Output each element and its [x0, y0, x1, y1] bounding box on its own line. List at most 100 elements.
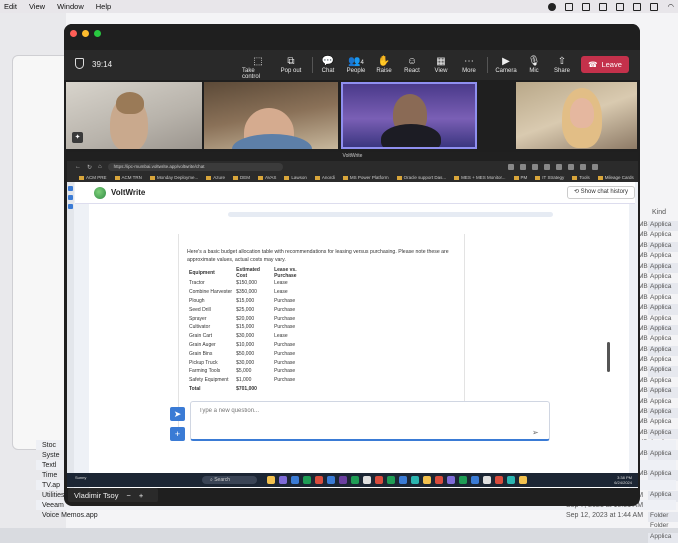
- close-icon[interactable]: [70, 30, 77, 37]
- taskbar-search[interactable]: ⌕ Search: [202, 476, 257, 484]
- pause-icon[interactable]: [582, 2, 591, 11]
- minimize-icon[interactable]: [82, 30, 89, 37]
- app-icon[interactable]: [327, 476, 335, 484]
- question-input[interactable]: [199, 408, 499, 414]
- extension-icon[interactable]: [532, 164, 538, 170]
- app-icon[interactable]: [303, 476, 311, 484]
- refresh-icon[interactable]: ↻: [87, 164, 92, 171]
- bookmark-item[interactable]: Tools: [572, 175, 590, 180]
- show-chat-history-button[interactable]: ⟲ Show chat history: [566, 186, 635, 199]
- app-icon[interactable]: [279, 476, 287, 484]
- minus-icon[interactable]: −: [126, 491, 130, 500]
- cell-equipment: Cultivator: [189, 324, 211, 331]
- app-icon[interactable]: [351, 476, 359, 484]
- app-icon[interactable]: [291, 476, 299, 484]
- app-icon[interactable]: [507, 476, 515, 484]
- bookmark-item[interactable]: Lawson: [284, 175, 307, 180]
- menu-view[interactable]: View: [29, 2, 45, 11]
- new-chat-button[interactable]: +: [170, 427, 185, 441]
- video-tile-2[interactable]: [204, 82, 338, 149]
- menu-edit[interactable]: Edit: [4, 2, 17, 11]
- bookmark-item[interactable]: MS Power Platform: [343, 175, 389, 180]
- app-icon[interactable]: [267, 476, 275, 484]
- back-icon[interactable]: ←: [75, 164, 81, 170]
- bluetooth-icon[interactable]: [633, 2, 642, 11]
- app-icon[interactable]: [495, 476, 503, 484]
- zoom-icon[interactable]: [94, 30, 101, 37]
- pop-out-button[interactable]: ⧉ Pop out: [275, 55, 307, 74]
- app-icon[interactable]: [363, 476, 371, 484]
- bookmark-item[interactable]: IT Strategy: [535, 175, 564, 180]
- extension-icon[interactable]: [556, 164, 562, 170]
- bookmark-item[interactable]: DEM: [233, 175, 250, 180]
- record-icon[interactable]: [548, 2, 557, 11]
- bookmark-item[interactable]: PM: [514, 175, 528, 180]
- app-icon[interactable]: [519, 476, 527, 484]
- taskbar-clock[interactable]: 3:38 PM 6/24/2024: [614, 475, 632, 485]
- more-button[interactable]: ⋯ More: [453, 55, 485, 74]
- home-icon[interactable]: ⌂: [98, 164, 102, 170]
- table-row: Grain Cart $30,000 Lease: [187, 332, 322, 341]
- extension-icon[interactable]: [568, 164, 574, 170]
- app-icon[interactable]: [459, 476, 467, 484]
- video-tile-4[interactable]: [516, 82, 637, 149]
- bookmark-item[interactable]: Azure: [206, 175, 225, 180]
- app-icon[interactable]: [411, 476, 419, 484]
- battery-icon[interactable]: [650, 2, 659, 11]
- table-row: Sprayer $20,000 Purchase: [187, 314, 322, 323]
- cell-recommendation: Purchase: [274, 306, 296, 313]
- app-icon[interactable]: [483, 476, 491, 484]
- bookmark-item[interactable]: MES + MES Monitor...: [454, 175, 505, 180]
- cloud-icon[interactable]: [616, 2, 625, 11]
- extension-icon[interactable]: [580, 164, 586, 170]
- headset-icon[interactable]: [565, 2, 574, 11]
- menu-window[interactable]: Window: [57, 2, 84, 11]
- video-tile-1[interactable]: [66, 82, 202, 149]
- file-row[interactable]: Voice Memos.app Sep 12, 2023 at 1:44 AM: [36, 510, 676, 520]
- bookmark-item[interactable]: ACM PRE: [79, 175, 107, 180]
- send-feedback-button[interactable]: ➤: [170, 407, 185, 421]
- app-icon[interactable]: [471, 476, 479, 484]
- extension-icon[interactable]: [520, 164, 526, 170]
- app-icon[interactable]: [435, 476, 443, 484]
- bookmark-item[interactable]: Monday Deployme...: [150, 175, 198, 180]
- take-control-button[interactable]: ⬚ Take control: [242, 55, 274, 80]
- extension-icon[interactable]: [544, 164, 550, 170]
- cell-recommendation: Purchase: [274, 368, 296, 375]
- app-icon[interactable]: [339, 476, 347, 484]
- kind-column-header[interactable]: Kind: [652, 209, 666, 216]
- leave-button[interactable]: ☎ Leave: [581, 56, 629, 73]
- app-icon[interactable]: [387, 476, 395, 484]
- rail-icon[interactable]: [68, 204, 73, 209]
- rail-icon[interactable]: [68, 186, 73, 191]
- cell-recommendation: Lease: [274, 333, 288, 340]
- participant-video: [570, 98, 594, 128]
- bookmark-item[interactable]: ACM TRN: [115, 175, 142, 180]
- app-icon[interactable]: [447, 476, 455, 484]
- bookmark-item[interactable]: Oracle support Das...: [397, 175, 447, 180]
- window-controls: [70, 30, 101, 37]
- app-icon[interactable]: [399, 476, 407, 484]
- react-button[interactable]: ☺ React: [396, 55, 428, 74]
- extension-icon[interactable]: [592, 164, 598, 170]
- scrollbar[interactable]: [607, 342, 610, 372]
- pin-icon[interactable]: ✦: [72, 132, 83, 143]
- app-icon[interactable]: [315, 476, 323, 484]
- menu-help[interactable]: Help: [96, 2, 111, 11]
- wifi-icon[interactable]: ◠: [667, 2, 674, 11]
- app-icon[interactable]: [423, 476, 431, 484]
- bookmark-item[interactable]: Anordi: [315, 175, 335, 180]
- address-bar[interactable]: https://ipc-mumbai.voltwrite.app/voltwri…: [107, 163, 283, 171]
- weather-widget[interactable]: Sunny: [75, 475, 86, 480]
- rail-icon[interactable]: [68, 195, 73, 200]
- send-icon[interactable]: ➢: [532, 428, 539, 437]
- extension-icon[interactable]: [508, 164, 514, 170]
- file-date: Sep 12, 2023 at 1:44 AM: [566, 511, 644, 519]
- share-button[interactable]: ⇧ Share: [546, 55, 578, 74]
- mirror-icon[interactable]: [599, 2, 608, 11]
- app-icon[interactable]: [375, 476, 383, 484]
- bookmark-item[interactable]: Mileage Cards: [598, 175, 634, 180]
- bookmark-item[interactable]: AVAS: [258, 175, 276, 180]
- video-tile-3-active-speaker[interactable]: [341, 82, 477, 149]
- plus-icon[interactable]: +: [139, 491, 143, 500]
